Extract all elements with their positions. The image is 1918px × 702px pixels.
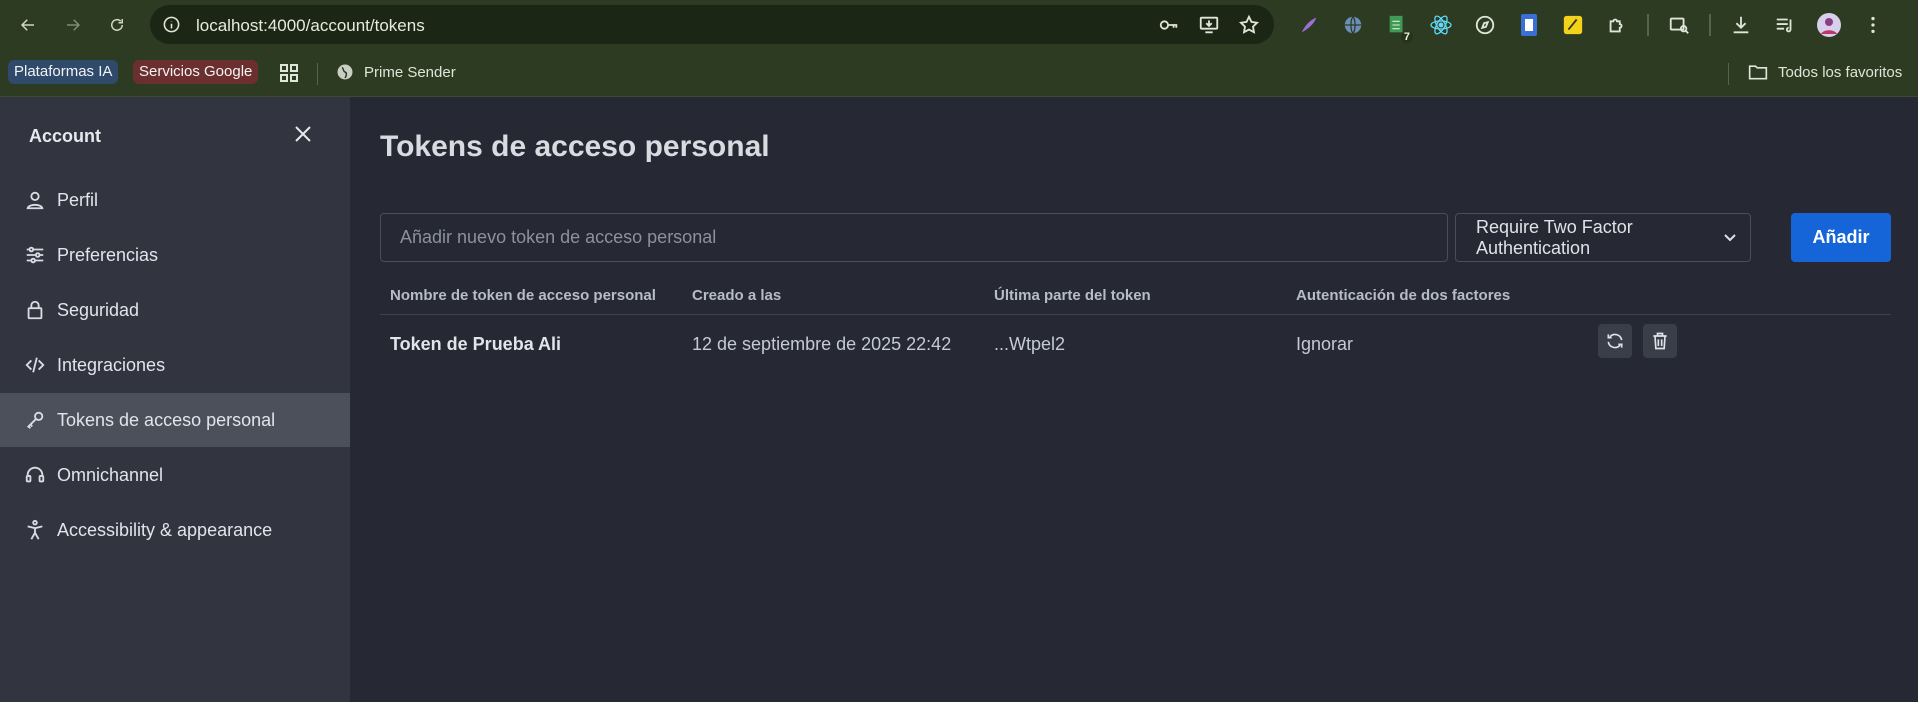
token-last-part: ...Wtpel2: [994, 334, 1066, 354]
download-icon[interactable]: [1727, 11, 1755, 39]
bookmark-prime-label: Prime Sender: [364, 63, 456, 81]
url-text[interactable]: localhost:4000/account/tokens: [196, 16, 425, 36]
compass-extension-icon[interactable]: [1471, 11, 1499, 39]
apps-grid-icon[interactable]: [279, 63, 299, 83]
browser-menu-icon[interactable]: [1859, 11, 1887, 39]
media-control-icon[interactable]: [1771, 11, 1799, 39]
sidebar-title: Account: [29, 126, 101, 146]
sidebar-item-integraciones[interactable]: Integraciones: [0, 338, 350, 392]
sidebar-item-omnichannel[interactable]: Omnichannel: [0, 448, 350, 502]
install-app-icon[interactable]: [1198, 14, 1220, 36]
delete-token-button[interactable]: [1643, 324, 1677, 358]
sliders-icon: [24, 244, 46, 266]
accessibility-icon: [24, 519, 46, 541]
token-name: Token de Prueba Ali: [390, 334, 562, 354]
bookmark-star-icon[interactable]: [1238, 14, 1260, 36]
headset-icon: [24, 464, 46, 486]
all-bookmarks-label: Todos los favoritos: [1778, 63, 1903, 81]
profile-avatar[interactable]: [1815, 11, 1843, 39]
all-bookmarks-button[interactable]: Todos los favoritos: [1748, 63, 1902, 81]
sheets-extension-icon[interactable]: 7: [1383, 11, 1413, 43]
refresh-icon: [1607, 333, 1623, 349]
page-title: Tokens de acceso personal: [380, 130, 770, 163]
main-content: Tokens de acceso personal Require Two Fa…: [350, 97, 1918, 702]
regenerate-token-button[interactable]: [1598, 324, 1632, 358]
account-sidebar: Account Perfil Preferencias Seguridad In…: [0, 97, 350, 702]
user-icon: [24, 189, 46, 211]
lock-icon: [24, 299, 46, 321]
reload-button[interactable]: [104, 12, 130, 38]
react-devtools-icon[interactable]: [1427, 11, 1455, 39]
add-token-button[interactable]: Añadir: [1791, 213, 1891, 262]
extensions-puzzle-icon[interactable]: [1603, 11, 1631, 39]
sidebar-item-label: Tokens de acceso personal: [57, 409, 276, 430]
bookmarks-bar: Plataformas IA Servicios Google Prime Se…: [0, 49, 1918, 97]
globe-extension-icon[interactable]: [1339, 11, 1367, 39]
table-row: Token de Prueba Ali 12 de septiembre de …: [380, 315, 1891, 373]
site-info-icon[interactable]: [162, 15, 181, 34]
sidebar-item-label: Preferencias: [57, 244, 159, 265]
forward-button[interactable]: [60, 12, 86, 38]
column-header-created: Creado a las: [692, 287, 782, 304]
close-icon[interactable]: [291, 122, 315, 146]
bookmark-plataformas-ia[interactable]: Plataformas IA: [8, 60, 119, 84]
sidebar-item-preferencias[interactable]: Preferencias: [0, 228, 350, 282]
sidebar-item-accessibility[interactable]: Accessibility & appearance: [0, 503, 350, 557]
key-icon: [24, 409, 46, 431]
sidebar-item-tokens[interactable]: Tokens de acceso personal: [0, 393, 350, 447]
table-header: Nombre de token de acceso personal Cread…: [380, 277, 1891, 315]
sidebar-item-seguridad[interactable]: Seguridad: [0, 283, 350, 337]
folder-icon: [1748, 65, 1768, 80]
column-header-last-part: Última parte del token: [994, 287, 1151, 304]
globe-icon: [337, 64, 353, 80]
two-factor-select[interactable]: Require Two Factor Authentication: [1455, 213, 1751, 262]
feather-extension-icon[interactable]: [1295, 11, 1323, 39]
address-bar[interactable]: localhost:4000/account/tokens: [150, 5, 1274, 44]
new-token-input[interactable]: [380, 213, 1448, 262]
bookmark-servicios-google[interactable]: Servicios Google: [133, 60, 259, 84]
trash-icon: [1653, 332, 1667, 350]
bookmark-divider-2: [1728, 63, 1729, 85]
token-created: 12 de septiembre de 2025 22:42: [692, 334, 952, 354]
code-icon: [24, 354, 46, 376]
note-extension-icon[interactable]: [1559, 11, 1587, 39]
extension-badge: 7: [1400, 31, 1413, 43]
column-header-name: Nombre de token de acceso personal: [390, 287, 656, 304]
sidebar-item-label: Integraciones: [57, 354, 166, 375]
sidebar-item-perfil[interactable]: Perfil: [0, 173, 350, 227]
separator-icon-2: [1709, 14, 1711, 36]
sidebar-item-label: Accessibility & appearance: [57, 519, 273, 540]
token-two-factor: Ignorar: [1296, 334, 1354, 354]
column-header-two-factor: Autenticación de dos factores: [1296, 287, 1511, 304]
sidebar-item-label: Seguridad: [57, 299, 140, 320]
docs-extension-icon[interactable]: [1515, 11, 1543, 39]
sidebar-item-label: Perfil: [57, 189, 99, 210]
chevron-down-icon: [1722, 229, 1738, 245]
password-key-icon[interactable]: [1158, 14, 1180, 36]
bookmark-prime-sender[interactable]: Prime Sender: [336, 63, 456, 81]
two-factor-select-value: Require Two Factor Authentication: [1476, 216, 1633, 258]
tab-search-icon[interactable]: [1665, 11, 1693, 39]
sidebar-item-label: Omnichannel: [57, 464, 164, 485]
back-button[interactable]: [15, 12, 41, 38]
separator-icon: [1647, 14, 1649, 36]
bookmark-divider: [317, 63, 318, 85]
browser-toolbar: localhost:4000/account/tokens 7: [0, 0, 1918, 49]
